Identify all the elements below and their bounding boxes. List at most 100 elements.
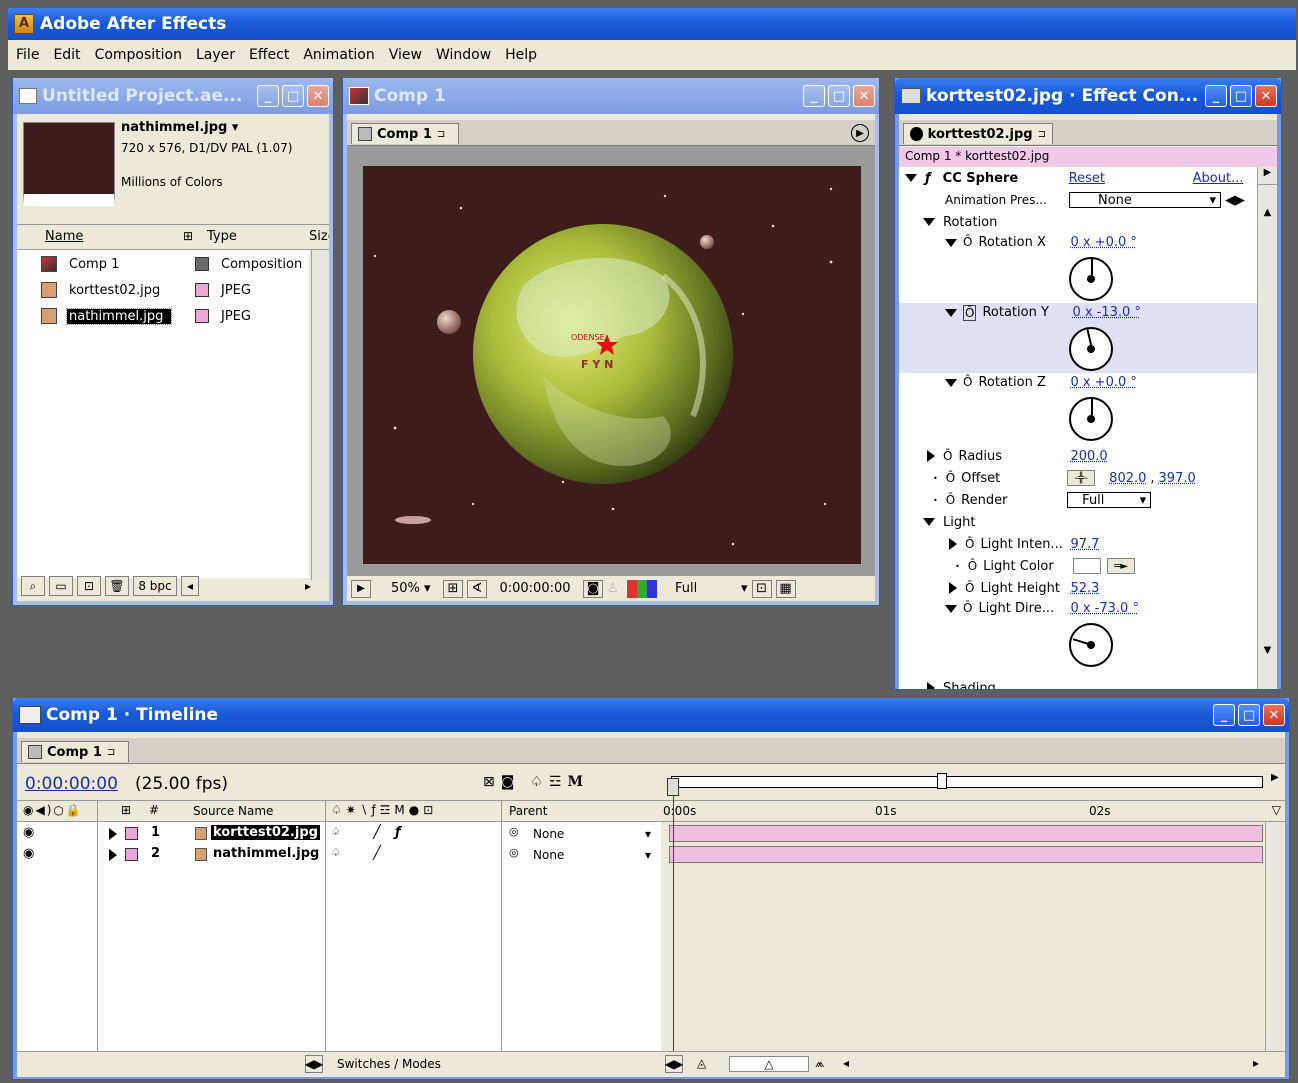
expand-shading-icon[interactable]: [927, 682, 935, 689]
maximize-button[interactable]: □: [828, 85, 850, 107]
parent-select[interactable]: None ▾: [529, 825, 655, 842]
timeline-title-bar[interactable]: Comp 1 · Timeline _ □ ✕: [13, 698, 1289, 732]
scroll-right-icon[interactable]: ▸: [305, 579, 311, 593]
trash-icon[interactable]: 🗑: [105, 576, 129, 596]
maximize-button[interactable]: □: [1230, 85, 1252, 107]
menu-animation[interactable]: Animation: [296, 47, 381, 63]
effects-scrollbar[interactable]: ▶ ▲ ▼: [1257, 167, 1277, 689]
menu-help[interactable]: Help: [498, 47, 544, 63]
effect-switch-icon[interactable]: ƒ: [395, 825, 401, 840]
find-icon[interactable]: ⌕: [21, 576, 45, 596]
time-navigator[interactable]: [671, 776, 1263, 788]
effect-header-row[interactable]: ƒ CC Sphere Reset About...: [899, 167, 1257, 189]
expand-rotation-z-icon[interactable]: [945, 379, 957, 387]
project-item[interactable]: Comp 1 Composition: [17, 252, 309, 276]
minimize-button[interactable]: _: [257, 85, 279, 107]
light-direction-dial[interactable]: [1069, 623, 1113, 667]
always-preview-icon[interactable]: ▶: [351, 579, 371, 598]
hscroll-right-icon[interactable]: ▸: [1253, 1056, 1259, 1070]
expand-rotation-icon[interactable]: [923, 218, 935, 226]
effects-title-bar[interactable]: korttest02.jpg · Effect Con... _ □ ✕: [895, 78, 1281, 114]
col-size[interactable]: Size: [309, 229, 329, 244]
layer-label-swatch[interactable]: [125, 848, 138, 861]
about-link[interactable]: About...: [1193, 171, 1244, 186]
pickwhip-icon[interactable]: ◎: [509, 825, 519, 838]
expand-radius-icon[interactable]: [927, 450, 935, 462]
shy-icon[interactable]: ♤: [530, 774, 543, 790]
minimize-button[interactable]: _: [1213, 704, 1235, 726]
region-icon[interactable]: ⊞: [443, 579, 463, 598]
close-button[interactable]: ✕: [307, 85, 329, 107]
expand-effect-icon[interactable]: [905, 174, 917, 182]
comp-tab[interactable]: Comp 1 ⊐: [351, 123, 459, 144]
timeline-scrollbar[interactable]: [1265, 822, 1283, 1051]
current-time-indicator[interactable]: [673, 784, 674, 1051]
menu-edit[interactable]: Edit: [46, 47, 87, 63]
col-name[interactable]: Name: [45, 229, 83, 244]
project-title-bar[interactable]: Untitled Project.ae... _ □ ✕: [13, 78, 333, 114]
roi-icon[interactable]: ⊡: [751, 579, 772, 598]
close-button[interactable]: ✕: [853, 85, 875, 107]
new-comp-icon[interactable]: ⊡: [77, 576, 101, 596]
minimize-button[interactable]: _: [803, 85, 825, 107]
reset-link[interactable]: Reset: [1069, 171, 1193, 186]
camera-icon[interactable]: ◙: [501, 774, 515, 790]
source-name-col[interactable]: Source Name: [193, 804, 273, 818]
fx-icon[interactable]: ƒ: [925, 171, 931, 186]
layer-duration-bar[interactable]: [669, 846, 1263, 863]
project-scrollbar[interactable]: [311, 250, 329, 580]
expand-pane-icon[interactable]: ◀▶: [305, 1055, 323, 1073]
navigator-end-icon[interactable]: ▶: [1271, 772, 1279, 783]
menu-effect[interactable]: Effect: [242, 47, 296, 63]
time-navigator-handle[interactable]: [937, 773, 947, 789]
menu-layer[interactable]: Layer: [189, 47, 242, 63]
stopwatch-icon[interactable]: Ō: [963, 601, 972, 615]
resolution-arrow-icon[interactable]: ▾: [741, 581, 748, 596]
layer-name[interactable]: nathimmel.jpg: [211, 846, 321, 861]
expand-graph-icon[interactable]: ◀▶: [665, 1055, 683, 1073]
comp-timecode[interactable]: 0:00:00:00: [491, 581, 579, 596]
comp-title-bar[interactable]: Comp 1 _ □ ✕: [343, 78, 879, 114]
comp-canvas[interactable]: ODENSE F Y N: [363, 166, 861, 564]
expand-light-intensity-icon[interactable]: [949, 538, 957, 550]
minimize-button[interactable]: _: [1205, 85, 1227, 107]
snapshot-toggle-icon[interactable]: ∢: [467, 579, 487, 598]
comp-marker-icon[interactable]: ▽: [1272, 803, 1281, 817]
timeline-timecode[interactable]: 0:00:00:00: [25, 774, 118, 794]
maximize-button[interactable]: □: [1238, 704, 1260, 726]
stopwatch-icon[interactable]: Ō: [965, 581, 974, 595]
expand-light-icon[interactable]: [923, 518, 935, 526]
expand-light-height-icon[interactable]: [949, 582, 957, 594]
effects-tab[interactable]: korttest02.jpg ⊐: [903, 123, 1053, 144]
shy-switch-icon[interactable]: ♤: [331, 825, 341, 838]
motion-blur-icon[interactable]: M: [567, 774, 583, 790]
rotation-y-value[interactable]: 0 x -13.0 °: [1072, 305, 1141, 320]
stopwatch-icon[interactable]: Ō: [943, 449, 952, 463]
close-button[interactable]: ✕: [1255, 85, 1277, 107]
crosshair-icon[interactable]: -╬-: [1067, 470, 1096, 486]
camera-icon[interactable]: ◙: [583, 579, 603, 598]
scroll-down-icon[interactable]: ▼: [1258, 645, 1277, 663]
scroll-up-icon[interactable]: ▲: [1258, 207, 1277, 225]
zoom-slider[interactable]: △: [729, 1056, 809, 1072]
menu-composition[interactable]: Composition: [88, 47, 189, 63]
eyedropper-icon[interactable]: ═►: [1107, 558, 1136, 574]
maximize-button[interactable]: □: [282, 85, 304, 107]
comp-flowchart-icon[interactable]: ⊠: [483, 774, 495, 790]
menu-file[interactable]: File: [14, 47, 46, 63]
expand-layer-icon[interactable]: [109, 828, 117, 840]
col-type[interactable]: Type: [207, 229, 237, 244]
stopwatch-icon[interactable]: Ō: [963, 235, 972, 249]
expand-rotation-y-icon[interactable]: [945, 309, 957, 317]
layer-name[interactable]: korttest02.jpg: [211, 825, 320, 840]
quality-switch-icon[interactable]: ╱: [373, 825, 381, 840]
dropdown-arrow-icon[interactable]: ▾: [645, 827, 651, 841]
project-item[interactable]: nathimmel.jpg JPEG: [17, 304, 309, 328]
anim-preset-select[interactable]: None ▾: [1069, 192, 1221, 208]
bpc-button[interactable]: 8 bpc: [133, 576, 177, 596]
eye-icon[interactable]: ◉: [23, 825, 34, 840]
close-button[interactable]: ✕: [1263, 704, 1285, 726]
zoom-select[interactable]: 50% ▾: [375, 581, 439, 596]
shading-row[interactable]: Shading: [899, 677, 1257, 689]
layer-row[interactable]: ◉ 2 nathimmel.jpg ♤ ╱ ◎ None ▾: [17, 845, 1263, 865]
